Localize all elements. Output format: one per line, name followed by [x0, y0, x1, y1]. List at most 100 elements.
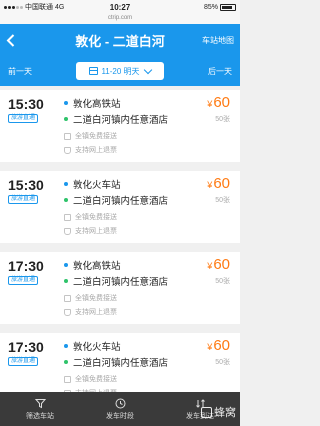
from-station: 敦化火车站 [64, 339, 121, 353]
chevron-left-icon [6, 33, 15, 47]
origin-dot-icon [64, 182, 68, 186]
destination-dot-icon [64, 198, 68, 202]
shield-icon [64, 308, 71, 316]
origin-dot-icon [64, 263, 68, 267]
from-station: 敦化高铁站 [64, 258, 121, 272]
signal-icon [4, 5, 23, 9]
date-picker[interactable]: 11-20 明天 [76, 62, 164, 80]
calendar-icon [89, 67, 99, 75]
feature-shuttle: 全镇免费接送 [64, 131, 117, 141]
from-station-label: 敦化高铁站 [73, 99, 121, 110]
filter-icon [34, 398, 46, 408]
origin-dot-icon [64, 101, 68, 105]
from-station-label: 敦化火车站 [73, 342, 121, 353]
currency-symbol: ¥ [207, 342, 213, 352]
to-station-label: 二道白河镇内任意酒店 [73, 277, 169, 288]
status-left: 中国联通 4G [4, 2, 64, 12]
filter-station-label: 筛选车站 [26, 412, 54, 420]
carrier-name: 中国联通 [25, 4, 53, 11]
watermark-text: 蜂窝 [214, 407, 236, 419]
feature-shuttle: 全镇免费接送 [64, 374, 117, 384]
price-value: 60 [213, 337, 230, 354]
trip-badge: 旅游直通 [8, 114, 39, 123]
trip-badge: 旅游直通 [8, 276, 39, 285]
station-map-link[interactable]: 车站地图 [202, 35, 234, 46]
currency-symbol: ¥ [207, 180, 213, 190]
from-station-label: 敦化高铁站 [73, 261, 121, 272]
price-value: 60 [213, 175, 230, 192]
selected-date: 11-20 明天 [101, 66, 140, 76]
to-station-label: 二道白河镇内任意酒店 [73, 115, 169, 126]
currency-symbol: ¥ [207, 99, 213, 109]
next-day-button[interactable]: 后一天 [208, 66, 232, 77]
battery-percent: 85% [203, 3, 218, 11]
feature-shuttle: 全镇免费接送 [64, 212, 117, 222]
shuttle-icon [64, 132, 71, 140]
price-value: 60 [213, 94, 230, 111]
ticket-price: ¥60 [207, 337, 230, 354]
url-bar[interactable]: ctrip.com [0, 14, 240, 24]
clock: 10:27 [109, 2, 131, 12]
currency-symbol: ¥ [207, 261, 213, 271]
to-station: 二道白河镇内任意酒店 [64, 112, 168, 126]
filter-station-button[interactable]: 筛选车站 [0, 392, 80, 426]
status-right: 85% [203, 3, 236, 11]
departure-time: 17:30 [8, 258, 44, 274]
seats-remaining: 50张 [215, 278, 230, 285]
shield-icon [64, 227, 71, 235]
back-button[interactable] [6, 30, 26, 50]
feature-label: 全镇免费接送 [75, 295, 117, 302]
watermark-icon [201, 406, 212, 418]
feature-shuttle: 全镇免费接送 [64, 293, 117, 303]
prev-day-button[interactable]: 前一天 [8, 66, 32, 77]
from-station-label: 敦化火车站 [73, 180, 121, 191]
seats-remaining: 50张 [215, 359, 230, 366]
trip-badge: 旅游直通 [8, 195, 39, 204]
feature-refund: 支持网上退票 [64, 145, 117, 155]
price-value: 60 [213, 256, 230, 273]
ticket-price: ¥60 [207, 256, 230, 273]
watermark-logo: 蜂窝 [201, 404, 236, 420]
trip-list: 15:30 旅游直通 敦化高铁站 二道白河镇内任意酒店 全镇免费接送 支持网上退… [0, 86, 240, 405]
chevron-down-icon [143, 65, 152, 74]
feature-refund: 支持网上退票 [64, 307, 117, 317]
to-station-label: 二道白河镇内任意酒店 [73, 196, 169, 207]
feature-label: 全镇免费接送 [75, 376, 117, 383]
date-bar: 前一天 11-20 明天 后一天 [0, 56, 240, 86]
feature-label: 支持网上退票 [75, 228, 117, 235]
seats-remaining: 50张 [215, 116, 230, 123]
feature-label: 全镇免费接送 [75, 214, 117, 221]
shuttle-icon [64, 213, 71, 221]
seats-remaining: 50张 [215, 197, 230, 204]
departure-period-button[interactable]: 发车时段 [80, 392, 160, 426]
departure-time: 17:30 [8, 339, 44, 355]
destination-dot-icon [64, 360, 68, 364]
shuttle-icon [64, 375, 71, 383]
trip-card[interactable]: 15:30 旅游直通 敦化火车站 二道白河镇内任意酒店 全镇免费接送 支持网上退… [0, 171, 240, 243]
feature-label: 全镇免费接送 [75, 133, 117, 140]
shuttle-icon [64, 294, 71, 302]
status-bar: 中国联通 4G 10:27 85% [0, 0, 240, 14]
battery-icon [220, 3, 236, 11]
trip-badge: 旅游直通 [8, 357, 39, 366]
to-station: 二道白河镇内任意酒店 [64, 274, 168, 288]
from-station: 敦化高铁站 [64, 96, 121, 110]
from-station: 敦化火车站 [64, 177, 121, 191]
network-type: 4G [55, 3, 65, 11]
destination-dot-icon [64, 117, 68, 121]
departure-time: 15:30 [8, 177, 44, 193]
ticket-price: ¥60 [207, 94, 230, 111]
destination-dot-icon [64, 279, 68, 283]
ticket-price: ¥60 [207, 175, 230, 192]
feature-refund: 支持网上退票 [64, 226, 117, 236]
to-station-label: 二道白河镇内任意酒店 [73, 358, 169, 369]
origin-dot-icon [64, 344, 68, 348]
url-text: ctrip.com [107, 15, 133, 21]
trip-card[interactable]: 15:30 旅游直通 敦化高铁站 二道白河镇内任意酒店 全镇免费接送 支持网上退… [0, 90, 240, 162]
feature-label: 支持网上退票 [75, 309, 117, 316]
departure-period-label: 发车时段 [106, 412, 134, 420]
feature-label: 支持网上退票 [75, 147, 117, 154]
trip-card[interactable]: 17:30 旅游直通 敦化高铁站 二道白河镇内任意酒店 全镇免费接送 支持网上退… [0, 252, 240, 324]
clock-icon [115, 398, 125, 408]
bottom-toolbar: 筛选车站 发车时段 发车到达 蜂窝 [0, 392, 240, 426]
